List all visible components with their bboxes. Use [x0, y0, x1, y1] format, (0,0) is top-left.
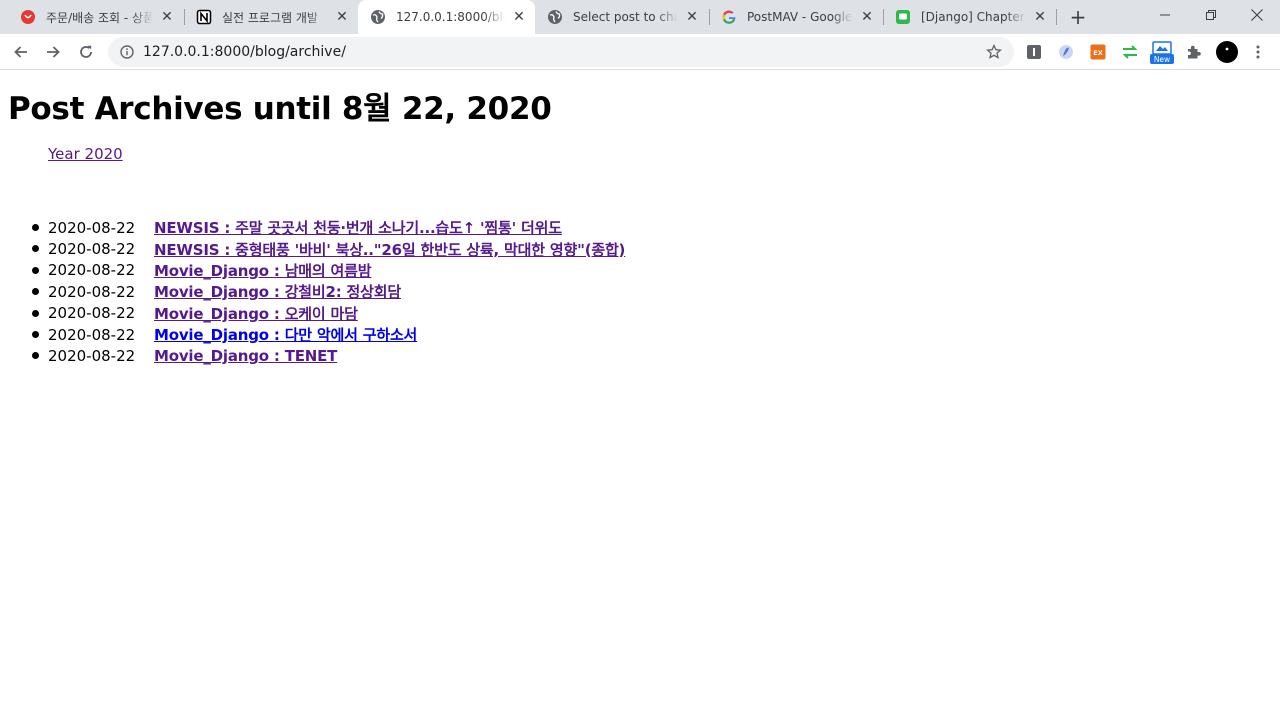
tab-close-icon[interactable]: ✕: [159, 9, 175, 25]
extensions-puzzle-icon[interactable]: [1185, 43, 1203, 61]
post-link[interactable]: Movie_Django : TENET: [154, 347, 337, 365]
post-link[interactable]: Movie_Django : 남매의 여름밤: [154, 260, 372, 281]
chrome-menu-icon[interactable]: [1249, 43, 1267, 61]
tab-strip: 주문/배송 조회 - 상품 ✕ 실전 프로그램 개발 ✕ 127.0.0.1:8…: [0, 0, 1280, 34]
tab-close-icon[interactable]: ✕: [1032, 9, 1048, 25]
bullet-icon: [32, 245, 39, 253]
tab-close-icon[interactable]: ✕: [334, 9, 350, 25]
post-date: 2020-08-22: [48, 325, 136, 344]
tab-close-icon[interactable]: ✕: [511, 9, 527, 25]
new-tab-button[interactable]: +: [1066, 5, 1090, 29]
close-icon: [1251, 9, 1263, 21]
post-list: 2020-08-22 NEWSIS : 주말 곳곳서 천둥·번개 소나기...습…: [32, 217, 625, 367]
ext-orange-square-icon[interactable]: EX: [1089, 43, 1107, 61]
post-date: 2020-08-22: [48, 304, 136, 323]
reload-button[interactable]: [72, 38, 100, 66]
tab-select-post[interactable]: Select post to change ✕: [535, 0, 708, 34]
post-link[interactable]: NEWSIS : 중형태풍 '바비' 북상.."26일 한반도 상륙, 막대한 …: [154, 239, 625, 260]
tab-close-icon[interactable]: ✕: [859, 9, 875, 25]
list-item: 2020-08-22 Movie_Django : 남매의 여름밤: [32, 260, 625, 281]
back-button[interactable]: [7, 38, 35, 66]
post-date: 2020-08-22: [48, 240, 136, 259]
bullet-icon: [32, 288, 39, 296]
tab-title: 실전 프로그램 개발: [222, 10, 318, 25]
list-item: 2020-08-22 Movie_Django : 오케이 마담: [32, 303, 625, 324]
list-item: 2020-08-22 Movie_Django : TENET: [32, 345, 625, 366]
tab-title: Select post to change: [573, 10, 678, 24]
list-item: 2020-08-22 NEWSIS : 중형태풍 '바비' 북상.."26일 한…: [32, 238, 625, 260]
bullet-icon: [32, 224, 39, 231]
ext-new-icon[interactable]: New: [1150, 40, 1174, 64]
list-item: 2020-08-22 Movie_Django : 강철비2: 정상회담: [32, 281, 625, 302]
post-link[interactable]: NEWSIS : 주말 곳곳서 천둥·번개 소나기...습도↑ '찜통' 더위도: [154, 217, 562, 238]
svg-text:EX: EX: [1093, 49, 1102, 57]
globe-icon: [547, 9, 563, 25]
post-link[interactable]: Movie_Django : 강철비2: 정상회담: [154, 281, 401, 302]
tab-google-search[interactable]: PostMAV - Google ✕: [709, 0, 883, 34]
url-text[interactable]: 127.0.0.1:8000/blog/archive/: [143, 44, 983, 60]
year-archive-link[interactable]: Year 2020: [48, 145, 123, 163]
tab-title: 127.0.0.1:8000/blog/a: [396, 10, 505, 24]
profile-avatar-icon[interactable]: [1215, 40, 1238, 63]
minimize-icon: [1160, 14, 1170, 16]
post-date: 2020-08-22: [48, 347, 136, 366]
close-window-button[interactable]: [1234, 0, 1280, 30]
post-date: 2020-08-22: [48, 218, 136, 237]
restore-icon: [1206, 10, 1216, 20]
bookmark-star-icon[interactable]: [983, 41, 1005, 63]
tab-notion[interactable]: 실전 프로그램 개발 ✕: [184, 0, 358, 34]
post-link[interactable]: Movie_Django : 오케이 마담: [154, 303, 358, 324]
reload-icon: [80, 45, 92, 58]
svg-text:New: New: [1154, 55, 1170, 64]
tab-title: PostMAV - Google: [747, 10, 853, 24]
tab-divider: [1056, 9, 1057, 25]
tab-title: 주문/배송 조회 - 상품: [46, 10, 153, 25]
forward-button[interactable]: [39, 38, 67, 66]
shopping-favicon-icon: [20, 9, 36, 25]
notion-favicon-icon: [196, 9, 212, 25]
info-icon[interactable]: [119, 44, 135, 60]
ext-green-arrow-icon[interactable]: [1121, 43, 1139, 61]
page-content: Post Archives until 8월 22, 2020 Year 202…: [0, 71, 1280, 720]
ext-blue-circle-icon[interactable]: [1057, 43, 1075, 61]
tab-title: [Django] Chapter.03: [921, 10, 1026, 24]
ext-gray-square-icon[interactable]: [1025, 43, 1043, 61]
restore-button[interactable]: [1188, 0, 1234, 30]
globe-icon: [370, 9, 386, 25]
tab-django-chapter[interactable]: [Django] Chapter.03 ✕: [883, 0, 1056, 34]
post-date: 2020-08-22: [48, 261, 136, 280]
browser-toolbar: 127.0.0.1:8000/blog/archive/ EX New: [0, 34, 1280, 70]
bullet-icon: [32, 266, 39, 274]
tab-close-icon[interactable]: ✕: [684, 9, 700, 25]
bullet-icon: [32, 330, 39, 338]
post-link[interactable]: Movie_Django : 다만 악에서 구하소서: [154, 324, 417, 345]
address-bar[interactable]: 127.0.0.1:8000/blog/archive/: [108, 37, 1014, 67]
google-favicon-icon: [721, 9, 737, 25]
minimize-button[interactable]: [1142, 0, 1188, 30]
line-favicon-icon: [895, 9, 911, 25]
arrow-right-icon: [47, 46, 60, 58]
arrow-left-icon: [14, 46, 27, 58]
bullet-icon: [32, 309, 39, 317]
tab-blog-archive[interactable]: 127.0.0.1:8000/blog/a ✕: [358, 0, 535, 34]
bullet-icon: [32, 352, 39, 360]
tab-order-delivery[interactable]: 주문/배송 조회 - 상품 ✕: [8, 0, 183, 34]
list-item: 2020-08-22 Movie_Django : 다만 악에서 구하소서: [32, 324, 625, 345]
list-item: 2020-08-22 NEWSIS : 주말 곳곳서 천둥·번개 소나기...습…: [32, 217, 625, 238]
page-title: Post Archives until 8월 22, 2020: [8, 91, 552, 127]
post-date: 2020-08-22: [48, 282, 136, 301]
